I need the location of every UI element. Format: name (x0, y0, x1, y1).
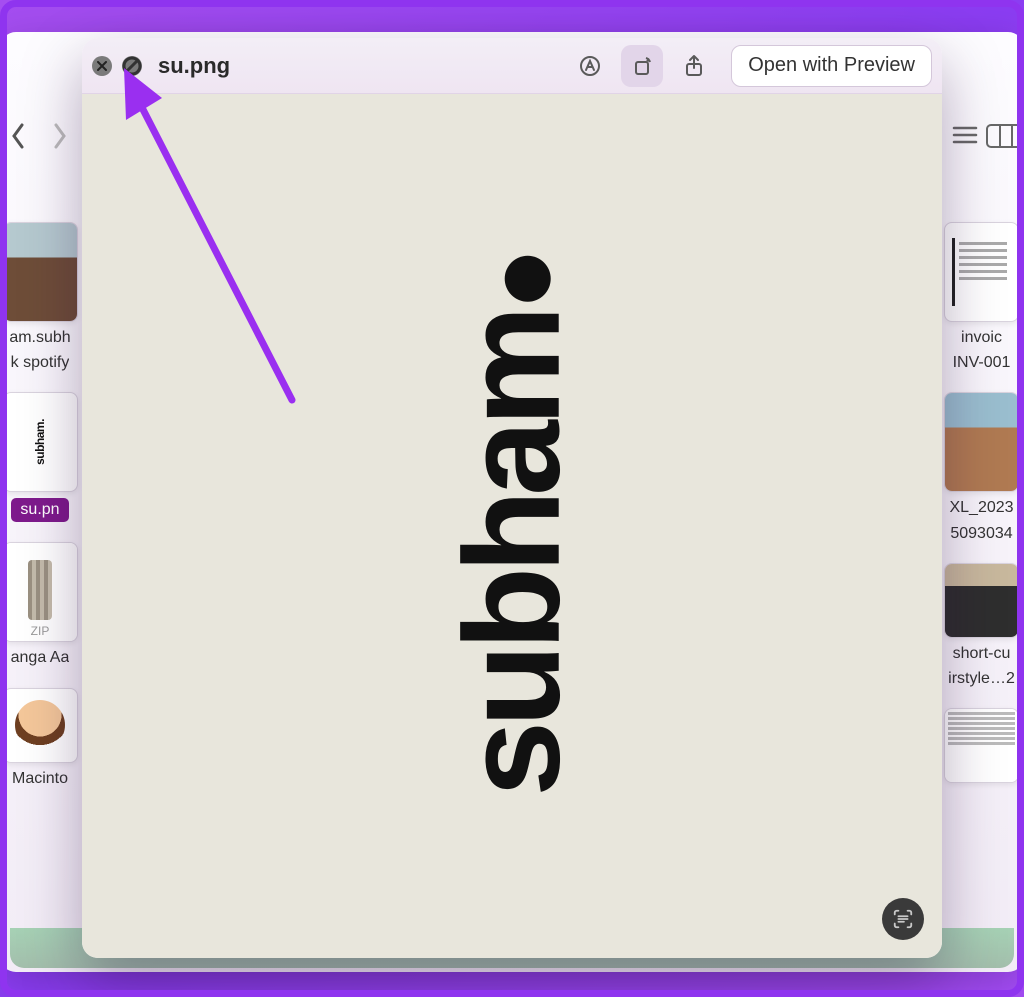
finder-item[interactable]: XL_2023 5093034 (944, 392, 1019, 542)
file-label: INV-001 (953, 353, 1011, 372)
quicklook-title: su.png (158, 53, 230, 79)
finder-item-selected[interactable]: subham. su.pn (3, 392, 78, 522)
thumbnail-image (945, 564, 1018, 637)
fullscreen-button[interactable] (122, 56, 142, 76)
thumbnail-form (945, 709, 1018, 782)
file-label: short-cu (953, 644, 1011, 663)
finder-item[interactable]: invoic INV-001 (944, 222, 1019, 372)
rotate-icon (630, 54, 654, 78)
live-text-button[interactable] (882, 898, 924, 940)
list-icon[interactable] (950, 124, 980, 146)
thumbnail-image (4, 223, 77, 321)
file-label: irstyle…2 (948, 669, 1015, 688)
back-button[interactable] (2, 120, 34, 152)
finder-item[interactable]: ZIP anga Aa (3, 542, 78, 667)
chevron-left-icon (10, 123, 26, 149)
finder-left-column: am.subh k spotify subham. su.pn ZIP anga… (0, 222, 80, 808)
thumbnail-image (945, 393, 1018, 491)
chevron-right-icon (52, 123, 68, 149)
open-with-preview-button[interactable]: Open with Preview (731, 45, 932, 87)
preview-image-dot (505, 255, 551, 301)
finder-item[interactable]: short-cu irstyle…2 (944, 563, 1019, 688)
close-icon (97, 61, 107, 71)
file-label: am.subh (9, 328, 70, 347)
quicklook-window: su.png Open with Preview subham (82, 38, 942, 958)
file-label: k spotify (11, 353, 70, 372)
finder-item[interactable] (944, 708, 1019, 783)
share-icon (682, 54, 706, 78)
file-label: Macinto (12, 769, 68, 788)
finder-right-column: invoic INV-001 XL_2023 5093034 short-cu … (939, 222, 1024, 803)
close-button[interactable] (92, 56, 112, 76)
thumbnail-image: subham. (33, 419, 47, 465)
file-label: invoic (961, 328, 1002, 347)
file-label: XL_2023 (949, 498, 1013, 517)
markup-button[interactable] (569, 45, 611, 87)
finder-item[interactable]: am.subh k spotify (3, 222, 78, 372)
thumbnail-document (952, 238, 1010, 307)
columns-view-icon[interactable] (986, 124, 1024, 148)
quicklook-content: subham (82, 94, 942, 958)
share-button[interactable] (673, 45, 715, 87)
preview-image: subham (461, 255, 563, 796)
disabled-circle-icon (122, 56, 142, 76)
finder-item[interactable]: Macinto (3, 688, 78, 788)
rotate-button[interactable] (621, 45, 663, 87)
preview-image-text: subham (461, 311, 563, 796)
forward-button[interactable] (44, 120, 76, 152)
quicklook-titlebar: su.png Open with Preview (82, 38, 942, 94)
thumbnail-memoji (15, 700, 65, 750)
thumbnail-zip: ZIP (4, 543, 77, 641)
live-text-icon (892, 908, 914, 930)
markup-icon (578, 54, 602, 78)
file-label: 5093034 (950, 524, 1012, 543)
selected-file-chip: su.pn (11, 498, 68, 522)
file-label: anga Aa (11, 648, 70, 667)
